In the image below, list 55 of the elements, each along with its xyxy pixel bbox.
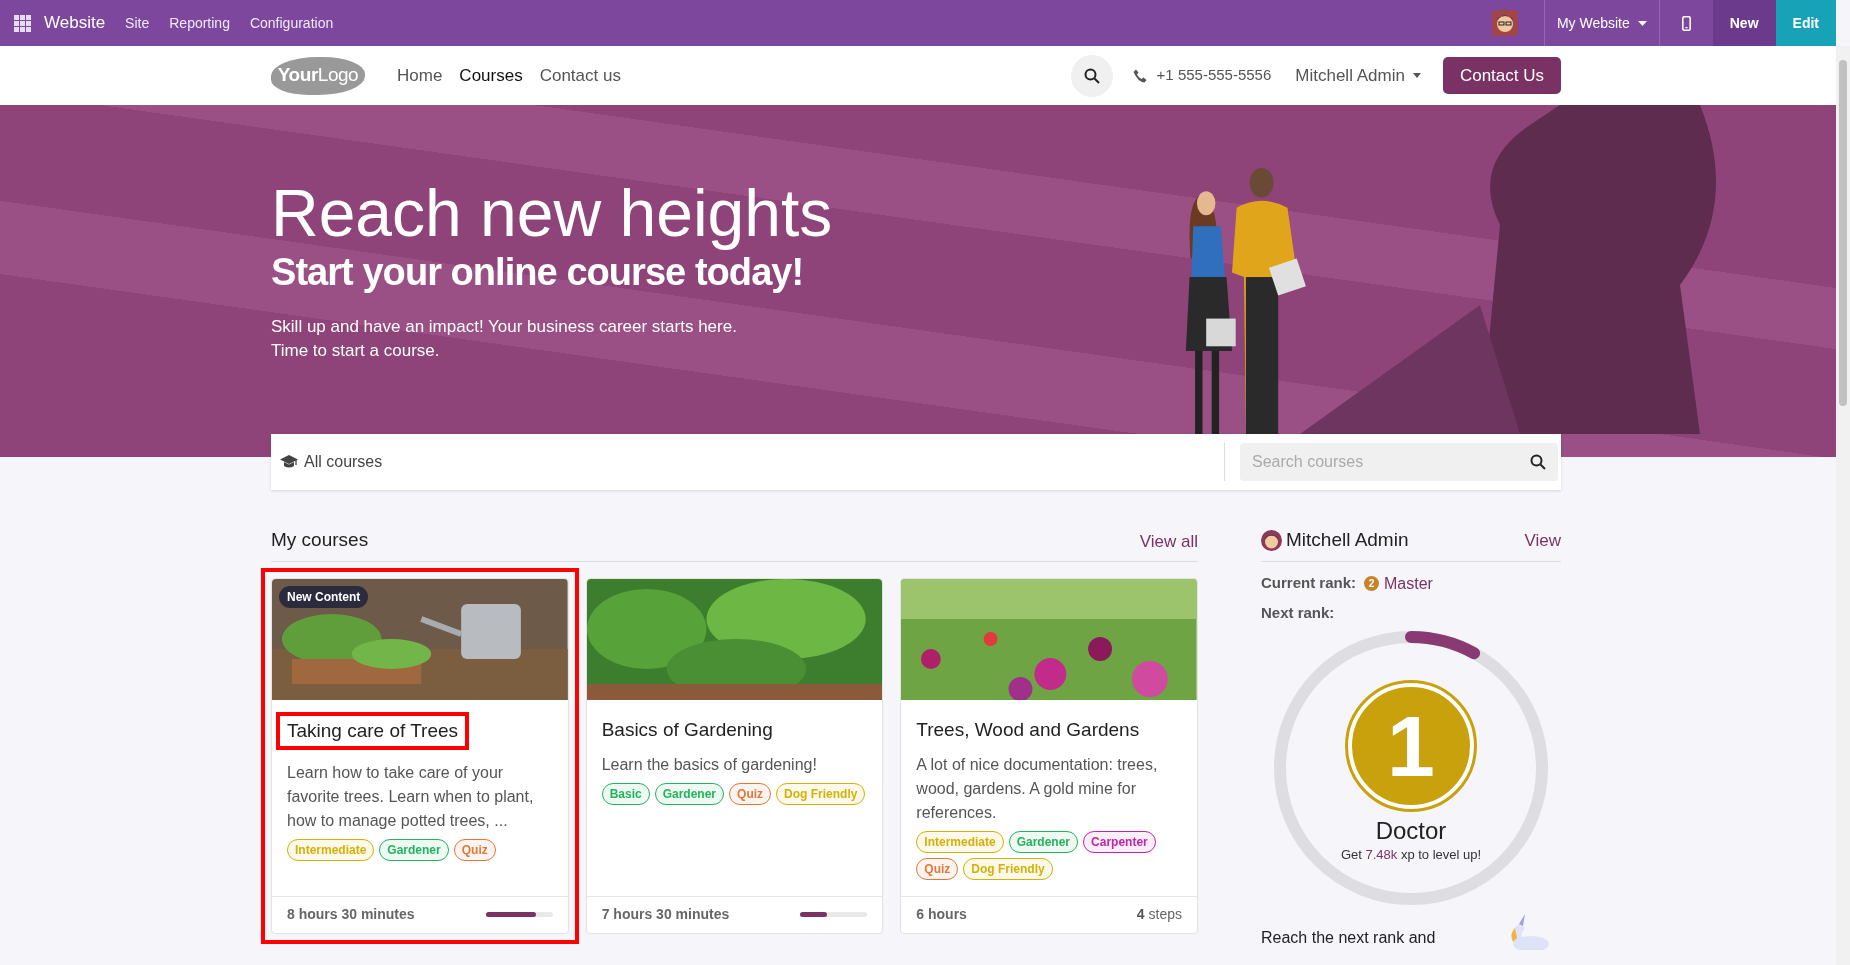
search-icon [1083,67,1100,84]
section-title: My courses [271,528,369,552]
profile-name[interactable]: Mitchell Admin [1286,526,1409,555]
rank-medal: 1 [1348,683,1474,809]
current-rank: Master [1384,573,1433,594]
scrollbar[interactable] [1836,46,1850,965]
course-description: Learn how to take care of your favorite trees. Learn when to plant, how to manage potted trees, ... [287,762,535,831]
search-icon[interactable] [1530,454,1546,470]
caret-icon [1637,20,1647,26]
graduation-cap-icon [280,455,298,469]
course-title[interactable]: Taking care of Trees [276,711,470,750]
course-title[interactable]: Trees, Wood and Gardens [916,717,1182,742]
avatar-icon [1261,529,1282,551]
course-card[interactable]: Basics of Gardening Learn the basics of gardening! Basic Gardener Quiz Dog Friendly 7 hours 30 minutes [585,577,884,934]
progress-bar [800,912,868,917]
course-description: A lot of nice documentation: trees, wood, gardens. A gold mine for references. [916,754,1159,823]
next-rank-label: Next rank: [1261,602,1336,623]
course-title[interactable]: Basics of Gardening [601,717,868,742]
phone-icon [1132,68,1147,83]
new-button[interactable]: New [1712,0,1776,46]
nav-link[interactable]: Courses [459,62,523,89]
steps-count: 4 steps [1136,905,1182,924]
view-link[interactable]: View [1524,527,1561,553]
phone-number[interactable]: +1 555-555-5556 [1156,64,1272,87]
hero-subtitle: Start your online course today! [271,250,805,295]
user-menu[interactable]: Mitchell Admin [1295,62,1421,89]
all-courses-button[interactable]: All courses [280,450,383,474]
current-rank-label: Current rank: [1261,573,1357,594]
hero-title: Reach new heights [271,177,834,250]
reach-next-rank-text: Reach the next rank and [1261,928,1436,948]
progress-bar [485,912,553,917]
avatar-icon[interactable] [1491,10,1518,36]
tag[interactable]: Carpenter [1083,830,1156,853]
menu-item[interactable]: Reporting [169,12,230,34]
nav-link[interactable]: Contact us [539,62,621,89]
menu-item[interactable]: Configuration [249,12,334,34]
contact-us-button[interactable]: Contact Us [1442,57,1561,94]
menu-item[interactable]: Site [125,12,150,34]
course-card[interactable]: Trees, Wood and Gardens A lot of nice documentation: trees, wood, gardens. A gold mine for references. Intermediate Gardener Carpenter Quiz Dog Friendly 6 hours 4 steps [900,577,1198,934]
hero-text: Time to start a course. [271,340,441,363]
hero-text: Skill up and have an impact! Your business career starts here. [271,316,738,339]
rank-badge: 2 [1364,576,1380,591]
course-card[interactable]: New Content Taking care of Trees Learn how to take care of your favorite trees. Learn when to plant, how to manage potted trees, ... Intermediate Gardener Quiz 8 hours 30 minutes [271,577,569,934]
xp-text: Get 7.48k xp to level up! [1340,846,1482,864]
next-rank: Doctor [1375,817,1447,845]
mobile-icon [1681,15,1691,31]
apps-menu-icon[interactable] [14,14,31,32]
caret-icon [1412,73,1421,78]
course-duration: 6 hours [916,905,967,924]
course-duration: 7 hours 30 minutes [601,905,730,924]
app-name[interactable]: Website [44,10,106,36]
nav-link[interactable]: Home [397,62,443,89]
view-all-link[interactable]: View all [1139,529,1198,555]
course-duration: 8 hours 30 minutes [287,905,415,924]
course-description: Learn the basics of gardening! [601,754,818,775]
